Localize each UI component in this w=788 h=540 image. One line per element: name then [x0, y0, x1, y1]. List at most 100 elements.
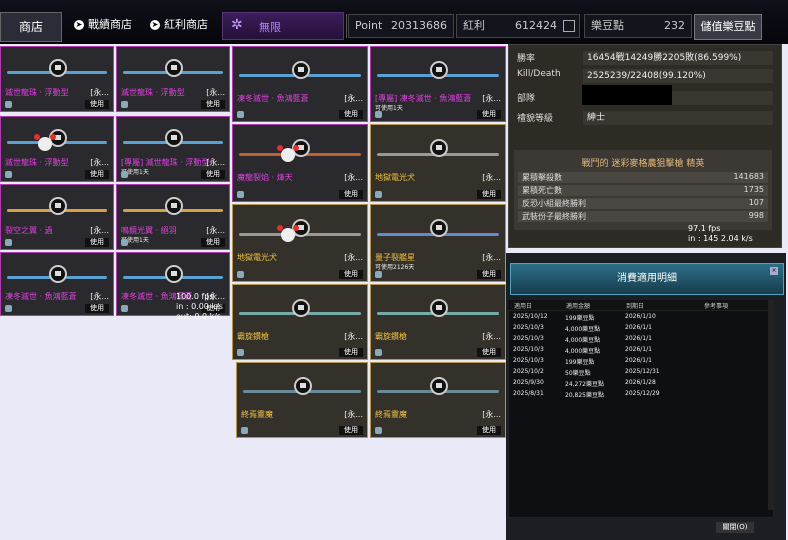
- table-row[interactable]: 2025/10/3 4,000樂豆點 2026/1/1: [509, 324, 773, 334]
- item-card[interactable]: 滅世龍珠 · 浮動型 [永... 使用: [0, 116, 114, 182]
- item-card[interactable]: 魔龍裂焰 · 烽天 [永... 使用: [232, 124, 368, 202]
- item-card[interactable]: 凍冬滅世 · 魚鴻藍蒼 [永... 使用: [0, 252, 114, 316]
- use-button[interactable]: 使用: [339, 426, 363, 435]
- close-button[interactable]: 關閉(O): [716, 522, 754, 533]
- use-button[interactable]: 使用: [339, 190, 363, 199]
- item-card[interactable]: 終焉靈魔 [永... 使用: [236, 362, 368, 438]
- table-cell: 2025/8/31: [513, 390, 544, 397]
- item-name: 霸旋鑽槍: [237, 332, 269, 341]
- item-subtext: 可使用2126天: [375, 264, 415, 271]
- use-button[interactable]: 使用: [339, 110, 363, 119]
- table-row[interactable]: 2025/10/3 199樂豆點 2026/1/1: [509, 357, 773, 367]
- item-card[interactable]: 霸旋鑽槍 [永... 使用: [232, 284, 368, 360]
- table-cell: 24,272樂豆點: [565, 381, 604, 388]
- item-card[interactable]: 地獄電光犬 [永... 使用: [370, 124, 506, 202]
- fps-overlay: 100.0 fps in : 0.00 k/s out: 0.0 k/s: [176, 292, 223, 321]
- scrollbar[interactable]: [768, 300, 774, 510]
- battle-stats: 戰鬥的 迷彩麥格農狙擊槍 精英 累積擊殺數 141683 累積死亡數 1735 反恐…: [514, 150, 772, 230]
- use-button[interactable]: 使用: [339, 348, 363, 357]
- duration-tag: [永...: [90, 88, 109, 97]
- table-cell: 2025/10/3: [513, 324, 544, 331]
- vip-icon: ✲: [231, 17, 243, 33]
- panel-title: 消費適用明細: [510, 263, 784, 295]
- use-button[interactable]: 使用: [477, 348, 501, 357]
- table-cell: 4,000樂豆點: [565, 326, 601, 333]
- bonus-display: 紅利 612424: [456, 14, 580, 38]
- badge-icon: [241, 427, 248, 434]
- use-button[interactable]: 使用: [477, 270, 501, 279]
- table-cell: 199樂豆點: [565, 359, 595, 366]
- lock-icon: [165, 197, 183, 215]
- badge-icon: [5, 305, 12, 312]
- close-icon[interactable]: ×: [770, 267, 778, 275]
- bonus-info-icon[interactable]: [563, 20, 575, 32]
- item-name: 滅世龍珠 · 浮動型: [121, 88, 185, 97]
- item-name: 凍冬滅世 · 魚鴻藍蒼: [5, 292, 77, 301]
- skull-icon: [277, 225, 299, 242]
- item-card[interactable]: 量子裂艦星 [永... 可使用2126天 使用: [370, 204, 506, 282]
- lock-icon: [165, 265, 183, 283]
- table-cell: 2026/1/28: [625, 379, 656, 386]
- use-button[interactable]: 使用: [339, 270, 363, 279]
- lock-icon: [430, 377, 448, 395]
- table-row[interactable]: 2025/10/2 50樂豆點 2025/12/31: [509, 368, 773, 378]
- badge-icon: [237, 111, 244, 118]
- table-cell: 2025/10/3: [513, 335, 544, 342]
- lock-icon: [294, 377, 312, 395]
- item-card[interactable]: 霸旋鑽槍 [永... 使用: [370, 284, 506, 360]
- lock-icon: [430, 61, 448, 79]
- use-button[interactable]: 使用: [85, 100, 109, 109]
- lock-icon: [292, 61, 310, 79]
- item-card[interactable]: [專屬] 滅世龍珠 · 浮動型 [永... 可使用1天 使用: [116, 116, 230, 182]
- lock-icon: [165, 59, 183, 77]
- fps-overlay-2: 97.1 fps in : 145 2.04 k/s: [688, 224, 753, 243]
- use-button[interactable]: 使用: [201, 170, 225, 179]
- table-header: 適用日 適用金額 到期日 參考事項: [508, 300, 772, 310]
- table-row[interactable]: 2025/8/31 20,825樂豆點 2025/12/29: [509, 390, 773, 400]
- badge-icon: [5, 101, 12, 108]
- use-button[interactable]: 使用: [201, 238, 225, 247]
- lock-icon: [49, 265, 67, 283]
- lock-icon: [49, 197, 67, 215]
- item-card[interactable]: 終焉靈魔 [永... 使用: [370, 362, 506, 438]
- duration-tag: [永...: [206, 226, 225, 235]
- shop-tab[interactable]: 商店: [0, 12, 62, 42]
- badge-icon: [121, 101, 128, 108]
- use-button[interactable]: 使用: [201, 100, 225, 109]
- item-name: 魔龍裂焰 · 烽天: [237, 173, 293, 182]
- item-card[interactable]: 滅世龍珠 · 浮動型 [永... 使用: [0, 46, 114, 112]
- lock-icon: [165, 129, 183, 147]
- table-cell: 2026/1/1: [625, 346, 652, 353]
- item-card[interactable]: 裂空之翼 · 過 [永... 使用: [0, 184, 114, 250]
- top-bar: 商店 ➤ 戰績商店 ➤ 紅利商店 ✲ 無限 Point 20313686 紅利 6124…: [0, 0, 788, 44]
- item-card[interactable]: [專屬] 凍冬滅世 · 魚鴻藍蒼 [永... 可使用1天 使用: [370, 46, 506, 122]
- bonus-shop-button[interactable]: ➤ 紅利商店: [150, 16, 208, 34]
- lock-icon: [430, 139, 448, 157]
- item-card[interactable]: 滅世龍珠 · 浮動型 [永... 使用: [116, 46, 230, 112]
- badge-icon: [121, 239, 128, 246]
- table-cell: 2026/1/1: [625, 324, 652, 331]
- use-button[interactable]: 使用: [477, 110, 501, 119]
- table-body: 2025/10/12 199樂豆點 2026/1/10 2025/10/3 4,000樂…: [508, 310, 774, 518]
- table-cell: 2025/12/29: [625, 390, 660, 397]
- record-shop-button[interactable]: ➤ 戰績商店: [74, 16, 132, 34]
- use-button[interactable]: 使用: [85, 170, 109, 179]
- badge-icon: [375, 191, 382, 198]
- table-row[interactable]: 2025/10/12 199樂豆點 2026/1/10: [509, 313, 773, 323]
- badge-icon: [237, 191, 244, 198]
- item-card[interactable]: 鳴鏡光翼 · 絕羽 [永... 可使用1天 使用: [116, 184, 230, 250]
- charge-button[interactable]: 儲值樂豆點: [694, 14, 762, 40]
- item-card[interactable]: 地獄電光犬 [永... 使用: [232, 204, 368, 282]
- use-button[interactable]: 使用: [477, 426, 501, 435]
- table-row[interactable]: 2025/10/3 4,000樂豆點 2026/1/1: [509, 335, 773, 345]
- table-cell: 50樂豆點: [565, 370, 591, 377]
- arrow-icon: ➤: [74, 20, 84, 30]
- arrow-icon: ➤: [150, 20, 160, 30]
- table-row[interactable]: 2025/10/3 4,000樂豆點 2026/1/1: [509, 346, 773, 356]
- use-button[interactable]: 使用: [477, 190, 501, 199]
- use-button[interactable]: 使用: [85, 238, 109, 247]
- duration-tag: [永...: [90, 292, 109, 301]
- use-button[interactable]: 使用: [85, 304, 109, 313]
- table-row[interactable]: 2025/9/30 24,272樂豆點 2026/1/28: [509, 379, 773, 389]
- item-card[interactable]: 凍冬滅世 · 魚鴻藍蒼 [永... 使用: [232, 46, 368, 122]
